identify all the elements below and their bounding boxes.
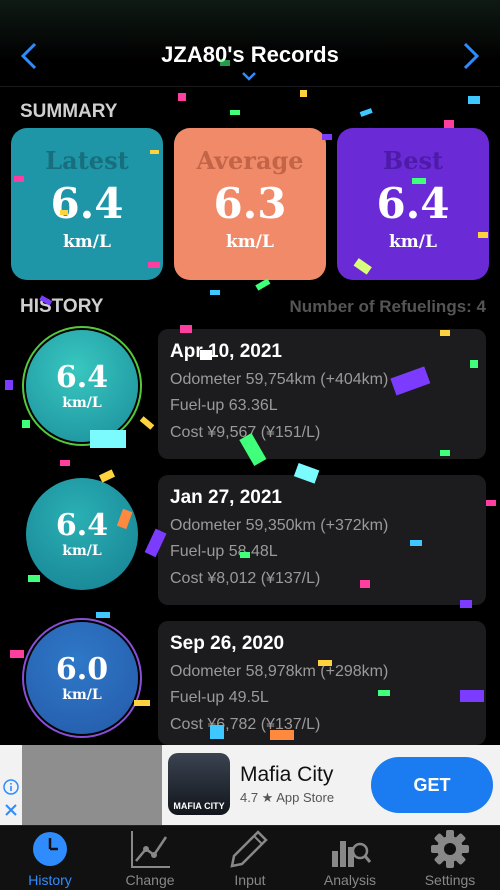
history-entry[interactable]: Jan 27, 2021 Odometer 59,350km (+372km) …: [158, 475, 486, 605]
best-unit: km/L: [389, 232, 437, 252]
entry-date: Jan 27, 2021: [170, 487, 282, 508]
entry-cost: Cost ¥8,012 (¥137/L): [170, 570, 321, 587]
entry-odometer: Odometer 59,350km (+372km): [170, 517, 389, 534]
entry-date: Apr 10, 2021: [170, 341, 282, 362]
app-thumbnail-text: MAFIA CITY: [173, 801, 225, 811]
get-button[interactable]: GET: [371, 757, 493, 813]
efficiency-circle: 6.0 km/L: [26, 622, 138, 734]
entry-date: Sep 26, 2020: [170, 633, 285, 654]
tab-analysis[interactable]: Analysis: [300, 826, 400, 890]
entry-fuelup: Fuel-up 49.5L: [170, 689, 269, 706]
average-value: 6.3: [213, 179, 287, 228]
app-thumbnail: MAFIA CITY: [168, 753, 230, 815]
history-entry[interactable]: Apr 10, 2021 Odometer 59,754km (+404km) …: [158, 329, 486, 459]
close-icon[interactable]: [3, 802, 19, 823]
tab-history[interactable]: History: [0, 826, 100, 890]
tab-label: Change: [125, 872, 175, 888]
ad-rating: 4.7 ★ App Store: [240, 790, 335, 805]
gear-icon: [431, 830, 469, 868]
efficiency-value: 6.4: [55, 360, 109, 395]
tab-change[interactable]: Change: [100, 826, 200, 890]
bar-chart-search-icon: [332, 841, 372, 867]
efficiency-circle: 6.4 km/L: [26, 478, 138, 590]
ad-banner[interactable]: MAFIA CITY Mafia City 4.7 ★ App Store GE…: [0, 745, 500, 825]
latest-label: Latest: [45, 146, 129, 175]
tab-label: Settings: [424, 872, 476, 888]
tab-settings[interactable]: Settings: [400, 826, 500, 890]
chevron-down-icon[interactable]: [241, 68, 257, 84]
average-unit: km/L: [226, 232, 274, 252]
info-icon[interactable]: [3, 779, 19, 800]
efficiency-unit: km/L: [62, 543, 102, 559]
efficiency-unit: km/L: [62, 687, 102, 703]
ad-image: [22, 745, 162, 825]
entry-cost: Cost ¥9,567 (¥151/L): [170, 424, 321, 441]
ad-app-name: Mafia City: [240, 763, 334, 786]
efficiency-circle: 6.4 km/L: [26, 330, 138, 442]
best-label: Best: [382, 146, 444, 175]
latest-unit: km/L: [63, 232, 111, 252]
history-heading: HISTORY: [20, 296, 104, 317]
efficiency-unit: km/L: [62, 395, 102, 411]
efficiency-value: 6.0: [55, 652, 109, 687]
navigation-bar: JZA80's Records: [0, 0, 500, 87]
average-card: Average 6.3 km/L: [174, 128, 326, 280]
efficiency-value: 6.4: [55, 508, 109, 543]
line-chart-icon: [131, 831, 170, 868]
tab-label: Analysis: [323, 872, 377, 888]
summary-heading: SUMMARY: [20, 101, 118, 122]
entry-cost: Cost ¥6,782 (¥137/L): [170, 716, 321, 733]
clock-icon: [33, 832, 67, 866]
best-card: Best 6.4 km/L: [337, 128, 489, 280]
pencil-icon: [230, 830, 268, 868]
entry-odometer: Odometer 59,754km (+404km): [170, 371, 389, 388]
chevron-right-icon[interactable]: [462, 42, 480, 75]
refuel-count: Number of Refuelings: 4: [289, 297, 486, 316]
entry-fuelup: Fuel-up 58.48L: [170, 543, 278, 560]
history-entry[interactable]: Sep 26, 2020 Odometer 58,978km (+298km) …: [158, 621, 486, 745]
entry-fuelup: Fuel-up 63.36L: [170, 397, 278, 414]
page-title: JZA80's Records: [161, 42, 339, 67]
tab-input[interactable]: Input: [200, 826, 300, 890]
tab-label: History: [28, 872, 72, 888]
latest-card: Latest 6.4 km/L: [11, 128, 163, 280]
average-label: Average: [196, 146, 304, 175]
tab-bar: History Change Input Analysis Settings: [0, 825, 500, 890]
best-value: 6.4: [376, 179, 450, 228]
tab-label: Input: [234, 872, 266, 888]
entry-odometer: Odometer 58,978km (+298km): [170, 663, 389, 680]
latest-value: 6.4: [50, 179, 124, 228]
